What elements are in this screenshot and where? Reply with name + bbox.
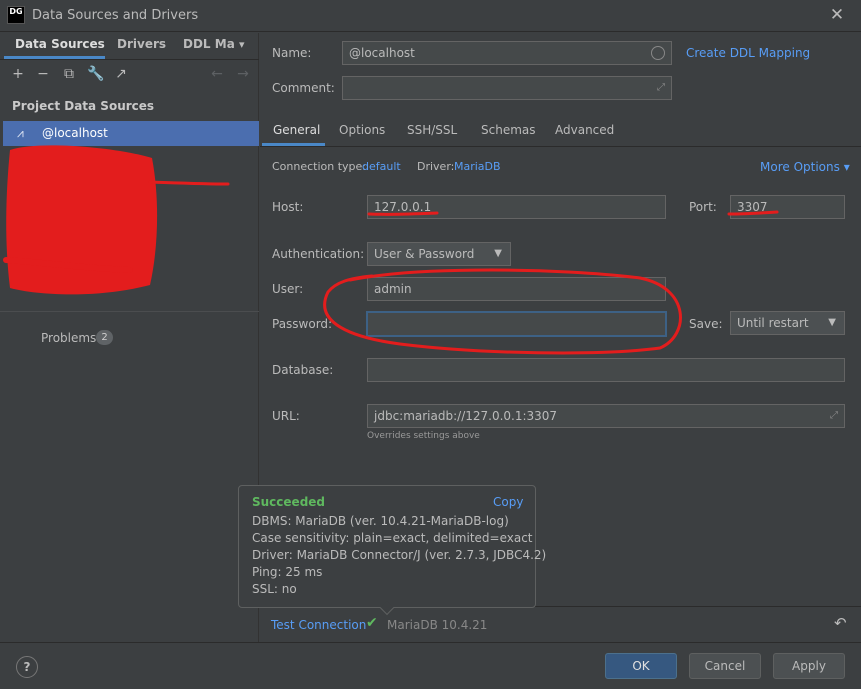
comment-input[interactable]: ⤢ [342, 76, 672, 100]
create-ddl-mapping-link[interactable]: Create DDL Mapping [686, 46, 810, 60]
close-icon[interactable]: ✕ [826, 4, 848, 26]
url-hint: Overrides settings above [367, 431, 480, 441]
goto-icon[interactable]: ↗ [113, 66, 129, 82]
popup-line: Driver: MariaDB Connector/J (ver. 2.7.3,… [252, 548, 547, 562]
expand-icon[interactable]: ⤢ [830, 408, 838, 424]
tab-options[interactable]: Options [339, 123, 385, 137]
tab-ssh-ssl[interactable]: SSH/SSL [407, 123, 457, 137]
user-input[interactable]: admin [367, 277, 666, 301]
tab-advanced[interactable]: Advanced [555, 123, 614, 137]
authentication-value: User & Password [374, 247, 475, 261]
tab-divider [260, 146, 861, 147]
test-connection-link[interactable]: Test Connection [271, 618, 366, 632]
popup-line: DBMS: MariaDB (ver. 10.4.21-MariaDB-log) [252, 514, 509, 528]
app-logo-icon: DG [7, 6, 25, 24]
popup-line: Ping: 25 ms [252, 565, 323, 579]
help-button[interactable]: ? [16, 656, 38, 678]
tab-schemas[interactable]: Schemas [481, 123, 536, 137]
popup-line: SSL: no [252, 582, 297, 596]
dropdown-arrow-icon: ▼ [828, 317, 836, 328]
port-label: Port: [689, 200, 717, 214]
tab-divider [0, 59, 259, 60]
window-title: Data Sources and Drivers [32, 8, 199, 23]
wrench-icon[interactable]: 🔧 [87, 66, 104, 82]
back-arrow-icon[interactable]: ← [209, 66, 225, 82]
url-label: URL: [272, 409, 300, 423]
connection-type-label: Connection type: [272, 160, 367, 173]
revert-icon[interactable]: ↶ [834, 614, 847, 632]
authentication-select[interactable]: User & Password ▼ [367, 242, 511, 266]
name-input[interactable]: @localhost [342, 41, 672, 65]
expand-icon[interactable]: ⤢ [657, 80, 665, 96]
data-source-label: @localhost [42, 126, 108, 140]
connection-type-link[interactable]: default [362, 160, 401, 173]
driver-link[interactable]: MariaDB [454, 160, 501, 173]
comment-label: Comment: [272, 81, 335, 95]
database-input[interactable] [367, 358, 845, 382]
name-value: @localhost [349, 46, 415, 60]
user-label: User: [272, 282, 304, 296]
name-label: Name: [272, 46, 312, 60]
cancel-button[interactable]: Cancel [689, 653, 761, 679]
database-label: Database: [272, 363, 334, 377]
copy-link[interactable]: Copy [493, 495, 523, 509]
host-value: 127.0.0.1 [374, 200, 432, 214]
checkmark-icon: ✔ [366, 615, 378, 631]
password-input[interactable] [366, 311, 667, 337]
tab-drivers[interactable]: Drivers [117, 37, 166, 51]
save-password-select[interactable]: Until restart ▼ [730, 311, 845, 335]
tab-data-sources[interactable]: Data Sources [15, 37, 105, 51]
problems-label[interactable]: Problems [41, 331, 96, 345]
remove-icon[interactable]: − [35, 66, 51, 82]
url-input[interactable]: jdbc:mariadb://127.0.0.1:3307 ⤢ [367, 404, 845, 428]
user-value: admin [374, 282, 412, 296]
chevron-down-icon: ▾ [843, 160, 850, 174]
mariadb-icon: ⩘ [17, 126, 24, 140]
url-value: jdbc:mariadb://127.0.0.1:3307 [374, 409, 558, 423]
ok-button[interactable]: OK [605, 653, 677, 679]
color-circle-icon[interactable] [651, 46, 665, 60]
host-input[interactable]: 127.0.0.1 [367, 195, 666, 219]
db-version-text: MariaDB 10.4.21 [387, 618, 488, 632]
popup-line: Case sensitivity: plain=exact, delimited… [252, 531, 533, 545]
driver-label: Driver: [417, 160, 455, 173]
add-icon[interactable]: + [10, 66, 26, 82]
popup-status-title: Succeeded [252, 495, 326, 509]
authentication-label: Authentication: [272, 247, 365, 261]
save-label: Save: [689, 317, 723, 331]
tab-ddl-mappings[interactable]: DDL Ma [183, 37, 235, 51]
host-label: Host: [272, 200, 304, 214]
forward-arrow-icon[interactable]: → [235, 66, 251, 82]
more-options-link[interactable]: More Options ▾ [760, 160, 850, 174]
problems-count-badge: 2 [96, 330, 113, 345]
apply-button[interactable]: Apply [773, 653, 845, 679]
password-label: Password: [272, 317, 333, 331]
chevron-down-icon[interactable]: ▾ [239, 38, 245, 51]
tab-general[interactable]: General [273, 123, 320, 137]
project-data-sources-heading: Project Data Sources [12, 99, 155, 113]
duplicate-icon[interactable]: ⧉ [61, 66, 77, 82]
port-input[interactable]: 3307 [730, 195, 845, 219]
save-value: Until restart [737, 316, 809, 330]
port-value: 3307 [737, 200, 768, 214]
dropdown-arrow-icon: ▼ [494, 248, 502, 259]
sidebar-divider [0, 311, 259, 312]
